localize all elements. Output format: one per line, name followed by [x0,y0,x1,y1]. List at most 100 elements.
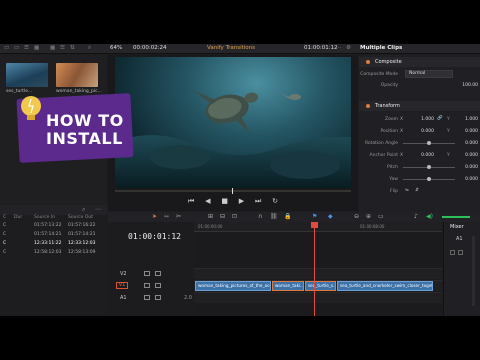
audio-icon[interactable]: ♪ [414,213,418,220]
opacity-row: Opacity 100.00 [359,81,480,90]
volume-icon[interactable]: ◀) [426,213,433,220]
monitor-icon[interactable] [155,283,161,288]
zoom-level[interactable]: 64% [110,45,122,51]
mute-icon[interactable] [155,295,161,300]
list-view-icon[interactable]: ☰ [60,45,65,51]
snap-icon[interactable]: ∩ [258,213,262,220]
column-header[interactable]: Source In [34,215,55,220]
blade-tool-icon[interactable]: ✂ [176,213,181,220]
zoom-in-icon[interactable]: ⊕ [366,213,371,220]
search-icon[interactable]: ⌕ [88,45,91,52]
rotation-value[interactable]: 0.000 [465,141,478,146]
grid-icon[interactable]: ▦ [34,45,39,51]
lock-icon[interactable] [144,295,150,300]
zoom-out-icon[interactable]: ⊖ [354,213,359,220]
solo-button[interactable] [450,250,455,255]
scrubber-bar[interactable] [115,190,351,192]
position-x-value[interactable]: 0.000 [421,129,434,134]
track-header-v1[interactable]: V1 [108,281,194,292]
zoom-x-value[interactable]: 1.000 [421,117,434,122]
mute-button[interactable] [458,250,463,255]
slider-knob[interactable] [427,165,431,169]
anchor-y-value[interactable]: 0.000 [465,153,478,158]
overwrite-icon[interactable]: ⊟ [220,213,225,220]
lock-icon[interactable] [144,283,150,288]
anchor-x-value[interactable]: 0.000 [421,153,434,158]
timeline-tracks[interactable]: woman_taking_pictures_of_the_oce... woma… [194,232,442,316]
panel-icon[interactable]: ▭ [4,45,9,51]
slider-knob[interactable] [427,177,431,181]
list-icon[interactable]: ☰ [24,45,29,51]
column-header[interactable]: Source Out [68,215,93,220]
position-y-value[interactable]: 0.000 [465,129,478,134]
selection-tool-icon[interactable]: ➤ [152,213,157,220]
first-frame-icon[interactable]: ⏮ [188,197,194,207]
sort-icon[interactable]: ⇅ [70,45,75,51]
track-header-a1[interactable]: A1 2.0 [108,293,194,304]
clip-thumbnail[interactable] [56,63,98,87]
loop-icon[interactable]: ↻ [272,197,278,207]
list-row[interactable]: C 12:33:11:22 12:33:12:03 [0,241,107,250]
lock-icon[interactable] [144,271,150,276]
track-name: V1 [116,282,128,289]
cell: C [3,232,7,237]
grid-view-icon[interactable]: ▦ [50,45,55,51]
timeline-name-dropdown[interactable]: Vanify Transitions [207,45,255,51]
timeline-clip[interactable]: sea_turtle_and_snorkeler_swim_closer_tog… [337,281,433,291]
timeline-clip[interactable]: woman_taki... [272,281,304,291]
panel-icon[interactable]: ▭ [14,45,19,51]
more-icon[interactable]: ⋯ [336,45,342,51]
monitor-icon[interactable] [155,271,161,276]
insert-icon[interactable]: ⊞ [208,213,213,220]
clip-thumbnail[interactable] [6,63,48,87]
link-icon[interactable]: ⛓ [270,213,278,220]
cell: 01:57:16:22 [68,223,96,228]
track-lane-v1[interactable]: woman_taking_pictures_of_the_oce... woma… [194,280,442,291]
marker-icon[interactable]: ◆ [328,213,333,220]
rotation-slider[interactable] [403,141,455,145]
link-icon[interactable]: 🔗 [437,116,443,121]
last-frame-icon[interactable]: ⏭ [255,197,261,207]
zoom-y-value[interactable]: 1.000 [465,117,478,122]
trim-tool-icon[interactable]: ⇿ [164,213,169,220]
settings-icon[interactable]: ⚙ [346,45,351,51]
column-header[interactable]: C [3,215,6,220]
mixer-panel: Mixer A1 [443,222,480,316]
timeline-clip[interactable]: woman_taking_pictures_of_the_oce... [195,281,271,291]
timeline-clip[interactable]: sea_turtle_s... [305,281,336,291]
search-icon[interactable]: ⌕ [82,206,85,214]
track-lane-v2[interactable] [194,268,442,279]
yaw-value[interactable]: 0.000 [465,177,478,182]
yaw-slider[interactable] [403,177,455,181]
list-row[interactable]: C 01:57:13:22 01:57:16:22 [0,223,107,232]
composite-mode-dropdown[interactable]: Normal [405,70,453,78]
playhead[interactable] [314,222,315,316]
flip-horizontal-icon[interactable]: ⇋ [405,188,409,193]
composite-section-header[interactable]: Composite [359,57,480,67]
section-toggle-icon[interactable] [366,104,370,108]
play-icon[interactable]: ▶ [239,197,244,207]
timeline-ruler[interactable]: 01:00:00:00 01:00:08:00 [194,222,442,232]
stop-icon[interactable]: ■ [221,197,228,207]
track-lane-a1[interactable] [194,292,442,303]
slider-knob[interactable] [427,141,431,145]
scrubber-handle[interactable] [232,188,233,194]
reverse-play-icon[interactable]: ◀ [205,197,210,207]
lock-icon[interactable]: 🔒 [284,213,291,220]
list-row[interactable]: C 12:58:12:03 12:58:13:09 [0,250,107,259]
more-icon[interactable]: ⋯ [95,206,101,213]
track-header-v2[interactable]: V2 [108,269,194,280]
volume-slider[interactable] [442,216,470,218]
flag-icon[interactable]: ⚑ [312,213,317,220]
opacity-value[interactable]: 100.00 [462,83,478,88]
pitch-value[interactable]: 0.000 [465,165,478,170]
video-preview[interactable] [115,57,351,188]
list-row[interactable]: C 01:57:14:21 01:57:14:21 [0,232,107,241]
replace-icon[interactable]: ⊡ [232,213,237,220]
section-toggle-icon[interactable] [366,60,370,64]
flip-vertical-icon[interactable]: ⇵ [415,188,419,193]
detail-zoom-icon[interactable]: ▭ [378,213,384,220]
transform-section-header[interactable]: Transform [359,101,480,111]
pitch-slider[interactable] [403,165,455,169]
column-header[interactable]: Dur [14,215,22,220]
